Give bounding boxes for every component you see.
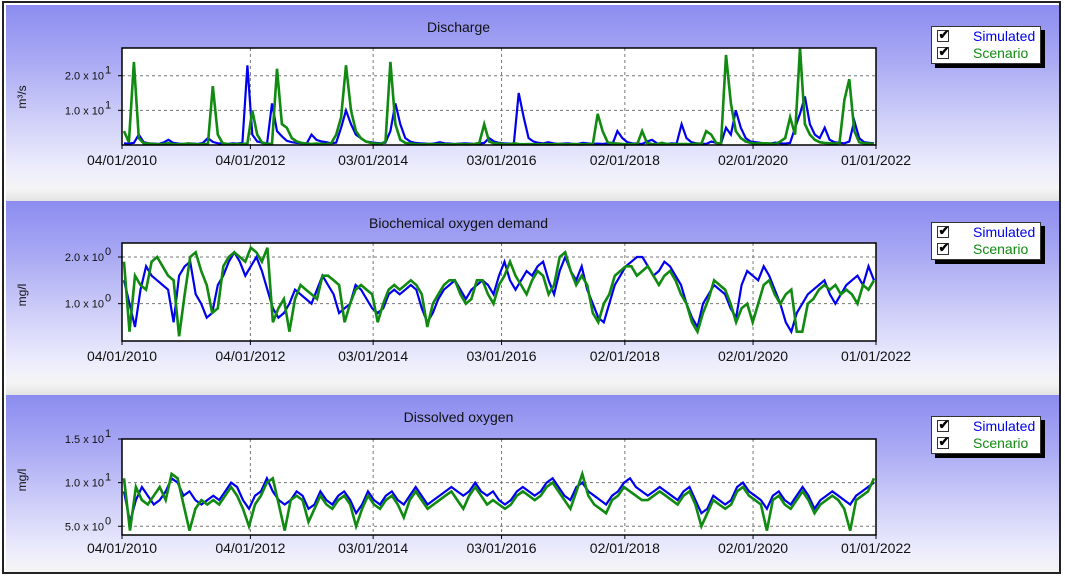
- legend-row-simulated[interactable]: ✔ Simulated: [937, 417, 1039, 435]
- do-legend: ✔ Simulated ✔ Scenario: [931, 416, 1041, 454]
- do-panel: 04/01/2010 04/01/2012 03/01/2014 03/01/2016…: [6, 395, 1059, 572]
- y-tick-label: 1.0 x 10: [65, 299, 104, 311]
- bod-ylabel-wrap: mg/l: [12, 266, 38, 326]
- discharge-ylabel-wrap: m³/s: [12, 68, 38, 128]
- do-ylabel-wrap: mg/l: [12, 451, 38, 511]
- scenario-checkbox[interactable]: ✔: [937, 240, 950, 255]
- x-tick-label: 04/01/2012: [215, 152, 285, 168]
- y-tick-exponent: 1: [105, 99, 111, 111]
- y-tick-exponent: 0: [105, 246, 111, 258]
- x-tick-label: 04/01/2010: [87, 152, 157, 168]
- y-tick-exponent: 1: [105, 472, 111, 484]
- plot-area: [122, 439, 876, 535]
- x-tick-label: 04/01/2010: [87, 348, 157, 364]
- checkmark-icon: ✔: [938, 240, 950, 255]
- scenario-checkbox[interactable]: ✔: [937, 44, 950, 59]
- panel-separator: [6, 189, 1059, 201]
- legend-row-simulated[interactable]: ✔ Simulated: [937, 223, 1039, 241]
- x-tick-label: 02/01/2018: [590, 348, 660, 364]
- x-tick-label: 01/01/2022: [841, 152, 911, 168]
- scenario-checkbox[interactable]: ✔: [937, 434, 950, 449]
- checkmark-icon: ✔: [938, 417, 950, 432]
- x-tick-label: 01/01/2022: [841, 540, 911, 556]
- simulated-checkbox[interactable]: ✔: [937, 27, 950, 42]
- y-tick-label: 1.5 x 10: [65, 434, 104, 446]
- plot-area: [122, 48, 876, 145]
- discharge-title: Discharge: [426, 19, 491, 35]
- panel-separator: [6, 383, 1059, 395]
- x-tick-label: 03/01/2014: [338, 348, 408, 364]
- legend-row-simulated[interactable]: ✔ Simulated: [937, 27, 1039, 45]
- y-tick-exponent: 1: [105, 428, 111, 440]
- bod-panel: 04/01/2010 04/01/2012 03/01/2014 03/01/2016…: [6, 201, 1059, 383]
- bod-legend: ✔ Simulated ✔ Scenario: [931, 222, 1041, 260]
- checkmark-icon: ✔: [938, 434, 950, 449]
- legend-label-scenario: Scenario: [973, 45, 1029, 61]
- legend-label-simulated: Simulated: [973, 418, 1036, 434]
- simulated-checkbox[interactable]: ✔: [937, 417, 950, 432]
- legend-label-scenario: Scenario: [973, 435, 1029, 451]
- checkmark-icon: ✔: [938, 223, 950, 238]
- simulated-checkbox[interactable]: ✔: [937, 223, 950, 238]
- x-tick-label: 02/01/2020: [718, 540, 788, 556]
- y-tick-label: 2.0 x 10: [65, 71, 104, 83]
- y-tick-label: 5.0 x 10: [65, 521, 104, 533]
- x-tick-label: 03/01/2016: [467, 540, 537, 556]
- y-tick-label: 1.0 x 10: [65, 478, 104, 490]
- x-tick-label: 04/01/2010: [87, 540, 157, 556]
- y-tick-label: 1.0 x 10: [65, 105, 104, 117]
- x-tick-label: 03/01/2014: [338, 540, 408, 556]
- x-tick-label: 02/01/2018: [590, 152, 660, 168]
- y-tick-exponent: 0: [105, 515, 111, 527]
- checkmark-icon: ✔: [938, 27, 950, 42]
- y-tick-exponent: 1: [105, 65, 111, 77]
- x-tick-label: 03/01/2014: [338, 152, 408, 168]
- y-tick-label: 2.0 x 10: [65, 252, 104, 264]
- checkmark-icon: ✔: [938, 44, 950, 59]
- x-tick-label: 04/01/2012: [215, 348, 285, 364]
- do-y-axis-label: mg/l: [15, 468, 29, 492]
- legend-label-simulated: Simulated: [973, 224, 1036, 240]
- x-tick-label: 02/01/2020: [718, 348, 788, 364]
- legend-row-scenario[interactable]: ✔ Scenario: [937, 434, 1039, 452]
- x-tick-label: 01/01/2022: [841, 348, 911, 364]
- discharge-panel: 04/01/2010 04/01/2012 03/01/2014 03/01/2016…: [6, 5, 1059, 189]
- chart-frame: 04/01/2010 04/01/2012 03/01/2014 03/01/2016…: [2, 1, 1061, 574]
- x-tick-label: 02/01/2018: [590, 540, 660, 556]
- x-tick-label: 04/01/2012: [215, 540, 285, 556]
- bod-title: Biochemical oxygen demand: [369, 215, 548, 231]
- y-tick-exponent: 0: [105, 293, 111, 305]
- legend-label-scenario: Scenario: [973, 241, 1029, 257]
- x-tick-label: 02/01/2020: [718, 152, 788, 168]
- discharge-y-axis-label: m³/s: [15, 85, 29, 109]
- legend-label-simulated: Simulated: [973, 28, 1036, 44]
- legend-row-scenario[interactable]: ✔ Scenario: [937, 240, 1039, 258]
- x-tick-label: 03/01/2016: [467, 152, 537, 168]
- discharge-legend: ✔ Simulated ✔ Scenario: [931, 26, 1041, 64]
- legend-row-scenario[interactable]: ✔ Scenario: [937, 44, 1039, 62]
- do-title: Dissolved oxygen: [403, 409, 514, 425]
- x-tick-label: 03/01/2016: [467, 348, 537, 364]
- bod-y-axis-label: mg/l: [15, 283, 29, 307]
